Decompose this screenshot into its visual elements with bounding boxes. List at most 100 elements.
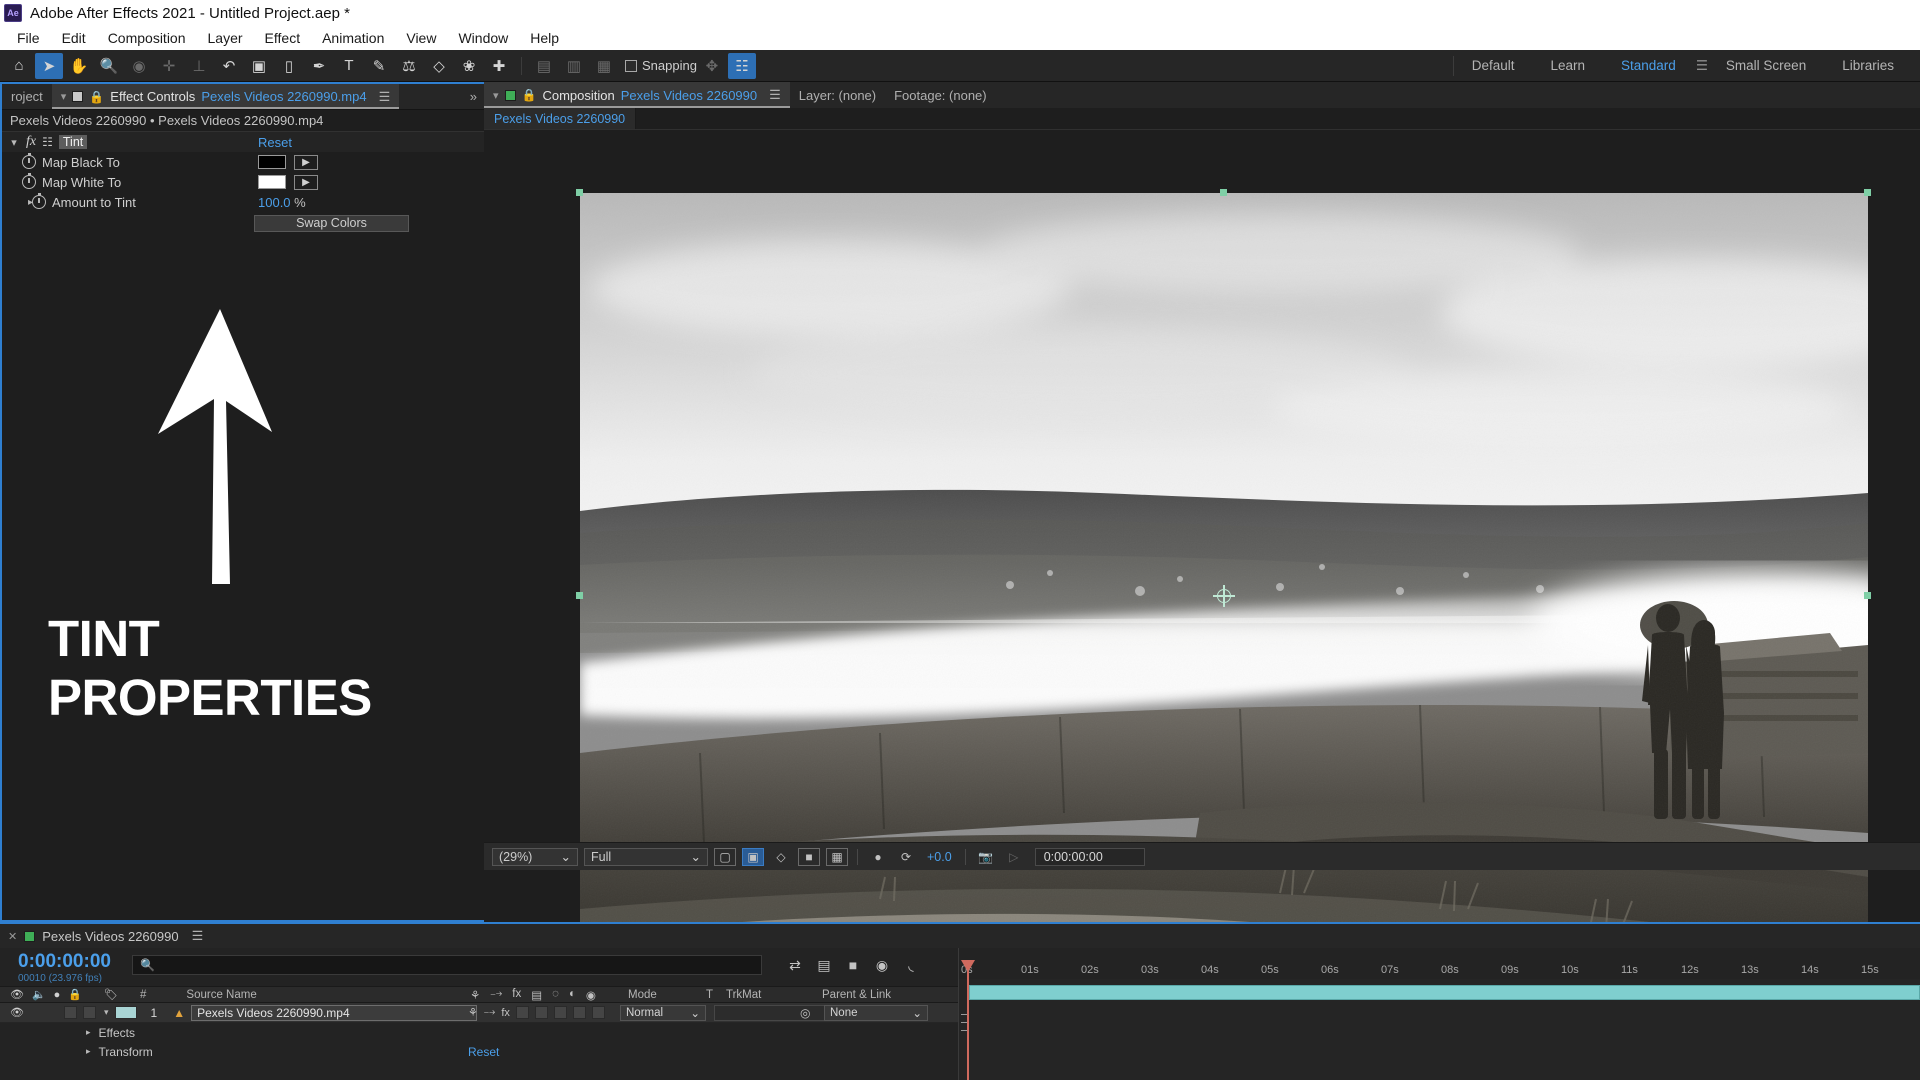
align-center-icon[interactable]: ▥ <box>560 53 588 79</box>
layer-mode-select[interactable]: Normal ⌄ <box>620 1004 706 1021</box>
chevron-right-icon[interactable]: ▸ <box>86 1046 91 1057</box>
lock-icon[interactable]: 🔒 <box>60 988 82 1001</box>
workspace-default[interactable]: Default <box>1454 50 1533 82</box>
type-tool-icon[interactable]: T <box>335 53 363 79</box>
zoom-level-select[interactable]: (29%) ⌄ <box>492 847 578 866</box>
workspace-small-screen[interactable]: Small Screen <box>1708 50 1824 82</box>
video-icon[interactable]: 👁 <box>0 988 24 1001</box>
audio-icon[interactable]: 🔈 <box>24 988 46 1001</box>
color-swatch-white[interactable] <box>258 175 286 189</box>
shy-icon[interactable]: ⚘ <box>470 988 480 1002</box>
effect-preset-icon[interactable]: ☷ <box>42 135 53 149</box>
selection-handle-tr[interactable] <box>1864 189 1871 196</box>
puppet-pin-tool-icon[interactable]: ✚ <box>485 53 513 79</box>
chevron-down-icon[interactable]: ▾ <box>8 136 20 149</box>
layer-source-name[interactable]: Pexels Videos 2260990.mp4 <box>191 1004 478 1021</box>
label-icon[interactable]: 🏷 <box>82 988 118 1001</box>
eraser-tool-icon[interactable]: ◇ <box>425 53 453 79</box>
title-action-safe-icon[interactable]: ▦ <box>826 847 848 866</box>
col-index[interactable]: # <box>118 989 146 1001</box>
current-time-display[interactable]: 0:00:00:00 <box>0 948 111 973</box>
selection-handle-tc[interactable] <box>1220 189 1227 196</box>
align-right-icon[interactable]: ▦ <box>590 53 618 79</box>
lock-icon[interactable]: 🔒 <box>89 90 104 104</box>
tab-project[interactable]: roject <box>2 84 52 109</box>
workspace-standard[interactable]: Standard <box>1603 50 1694 82</box>
close-icon[interactable]: ▾ <box>61 90 67 103</box>
effect-reset-link[interactable]: Reset <box>258 135 292 150</box>
motion-blur-icon[interactable]: ◉ <box>869 954 895 976</box>
snapshot-icon[interactable]: 📷 <box>975 848 997 866</box>
frame-blending-icon[interactable]: ▤ <box>531 988 542 1002</box>
exposure-value[interactable]: +0.0 <box>923 850 956 864</box>
effects-icon[interactable]: fx <box>512 988 521 1002</box>
timeline-track-area[interactable] <box>958 979 1920 1080</box>
snapping-checkbox-icon[interactable] <box>625 59 637 72</box>
color-swatch-black[interactable] <box>258 155 286 169</box>
pen-tool-icon[interactable]: ✒ <box>305 53 333 79</box>
parent-pickwhip-icon[interactable]: ◎ <box>800 1006 810 1020</box>
chevron-right-icon[interactable]: ▸ <box>86 1027 91 1038</box>
brush-tool-icon[interactable]: ✎ <box>365 53 393 79</box>
3d-layer-icon[interactable]: ◉ <box>586 988 596 1002</box>
swap-colors-button[interactable]: Swap Colors <box>254 214 409 232</box>
panel-menu-icon[interactable]: ☰ <box>192 928 204 944</box>
layer-parent-select[interactable]: None ⌄ <box>824 1004 928 1021</box>
viewer-tab-composition[interactable]: Pexels Videos 2260990 <box>484 108 637 129</box>
anchor-point-icon[interactable] <box>1213 585 1235 607</box>
group-reset-link[interactable]: Reset <box>468 1045 499 1059</box>
property-row-map-black-to[interactable]: Map Black To ▶ <box>2 152 486 172</box>
timeline-search-input[interactable]: 🔍 <box>132 955 762 975</box>
roto-brush-tool-icon[interactable]: ❀ <box>455 53 483 79</box>
close-icon[interactable]: ▾ <box>493 89 499 102</box>
menu-item-effect[interactable]: Effect <box>254 28 312 48</box>
viewer-timecode[interactable]: 0:00:00:00 <box>1034 847 1145 866</box>
draft-3d-icon[interactable]: ▤ <box>811 954 837 976</box>
rotation-tool-icon[interactable]: ↶ <box>215 53 243 79</box>
workspace-menu-icon[interactable]: ☰ <box>1694 58 1708 74</box>
selection-handle-ml[interactable] <box>576 592 583 599</box>
col-t[interactable]: T <box>706 989 713 1001</box>
frame-blending-toggle-icon[interactable] <box>534 1006 548 1019</box>
col-parent-link[interactable]: Parent & Link <box>822 989 891 1001</box>
graph-editor-icon[interactable]: ◟ <box>898 954 924 976</box>
collapse-transformations-icon[interactable]: ⤍ <box>490 988 502 1002</box>
adjustment-layer-icon[interactable]: ◐ <box>569 988 576 1002</box>
tab-layer[interactable]: Layer: (none) <box>789 82 886 108</box>
panel-menu-icon[interactable]: ☰ <box>769 87 781 103</box>
eyedropper-icon[interactable]: ▶ <box>294 154 318 170</box>
snap-angle-icon[interactable]: ✥ <box>698 53 726 79</box>
shape-tool-icon[interactable]: ▯ <box>275 53 303 79</box>
orbit-tool-icon[interactable]: ◉ <box>125 53 153 79</box>
workspace-learn[interactable]: Learn <box>1532 50 1603 82</box>
layer-label-color[interactable] <box>114 1006 137 1019</box>
tab-effect-controls[interactable]: ▾ 🔒 Effect Controls Pexels Videos 226099… <box>51 84 400 109</box>
chevron-down-icon[interactable]: ▾ <box>104 1007 109 1018</box>
zoom-tool-icon[interactable]: 🔍 <box>95 53 123 79</box>
menu-item-window[interactable]: Window <box>447 28 519 48</box>
3d-view-icon[interactable]: ◇ <box>770 848 792 866</box>
workspace-libraries[interactable]: Libraries <box>1824 50 1912 82</box>
selection-handle-mr[interactable] <box>1864 592 1871 599</box>
menu-item-layer[interactable]: Layer <box>197 28 254 48</box>
effect-name[interactable]: Tint <box>58 135 88 149</box>
col-mode[interactable]: Mode <box>628 989 657 1001</box>
hide-shy-layers-icon[interactable]: ■ <box>840 954 866 976</box>
shy-toggle-icon[interactable]: ⚘ <box>468 1006 478 1019</box>
tab-footage[interactable]: Footage: (none) <box>885 82 996 108</box>
toggle-mask-icon[interactable]: ■ <box>798 847 820 866</box>
effects-toggle-icon[interactable]: fx <box>501 1007 510 1019</box>
eyedropper-icon[interactable]: ▶ <box>294 174 318 190</box>
anchor-point-tool-icon[interactable]: ⊥ <box>185 53 213 79</box>
quality-toggle-icon[interactable] <box>515 1006 529 1019</box>
layer-solo-toggle[interactable] <box>63 1006 77 1019</box>
align-left-icon[interactable]: ▤ <box>530 53 558 79</box>
channel-icon[interactable]: ● <box>867 848 889 866</box>
clone-stamp-tool-icon[interactable]: ⚖ <box>395 53 423 79</box>
menu-item-edit[interactable]: Edit <box>51 28 97 48</box>
home-icon[interactable]: ⌂ <box>5 53 33 79</box>
col-source-name[interactable]: Source Name <box>146 989 256 1001</box>
expand-panels-button[interactable]: » <box>460 84 486 109</box>
resolution-select[interactable]: Full ⌄ <box>584 847 708 866</box>
amount-to-tint-value[interactable]: 100.0 % <box>258 195 306 210</box>
